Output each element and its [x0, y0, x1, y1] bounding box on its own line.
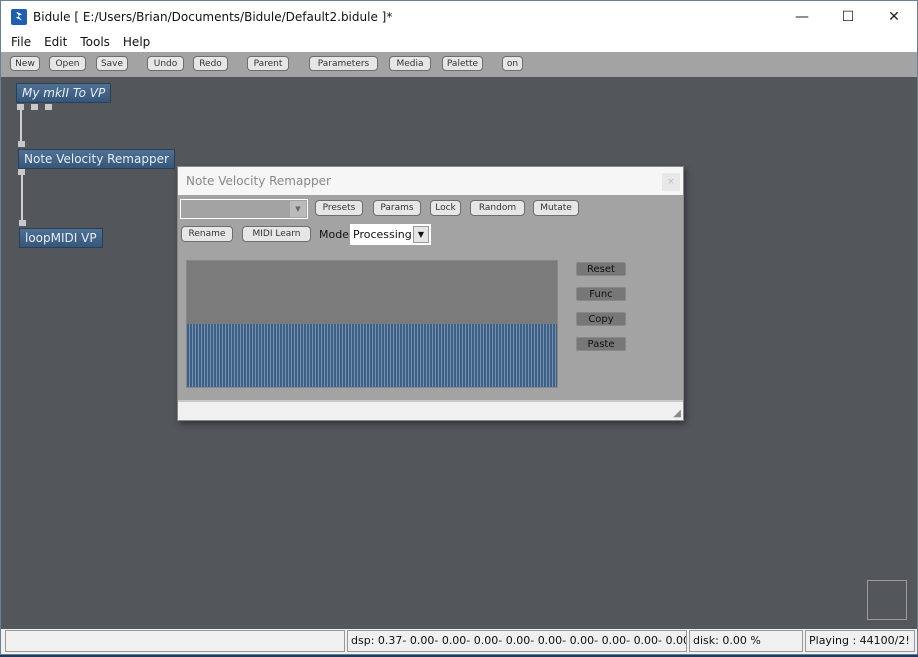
output-pin[interactable]: [45, 104, 52, 110]
minimize-button[interactable]: —: [779, 1, 825, 32]
preset-select[interactable]: ▼: [180, 199, 308, 219]
new-button[interactable]: New: [10, 56, 40, 71]
mode-select[interactable]: Processing ▼: [350, 224, 431, 245]
title-bar: Bidule [ E:/Users/Brian/Documents/Bidule…: [1, 1, 917, 32]
redo-button[interactable]: Redo: [193, 56, 228, 71]
rename-button[interactable]: Rename: [181, 226, 233, 242]
params-button[interactable]: Params: [373, 200, 421, 216]
reset-button[interactable]: Reset: [576, 262, 626, 276]
parameters-button[interactable]: Parameters: [309, 56, 378, 71]
midi-learn-button[interactable]: MIDI Learn: [242, 226, 311, 242]
on-toggle[interactable]: on: [502, 56, 523, 71]
copy-button[interactable]: Copy: [576, 312, 626, 326]
window-title: Bidule [ E:/Users/Brian/Documents/Bidule…: [33, 9, 393, 24]
media-button[interactable]: Media: [389, 56, 431, 71]
menu-bar: File Edit Tools Help: [1, 32, 917, 52]
menu-tools[interactable]: Tools: [80, 32, 110, 52]
connection-wire[interactable]: [20, 110, 22, 142]
resize-grip-icon[interactable]: ◢: [673, 408, 681, 419]
disk-status: disk: 0.00 %: [689, 630, 803, 652]
node-dest[interactable]: loopMIDI VP: [19, 228, 103, 248]
app-window: Bidule [ E:/Users/Brian/Documents/Bidule…: [0, 0, 918, 655]
editor-panel: Reset Func Copy Paste: [178, 248, 683, 400]
func-button[interactable]: Func: [576, 287, 626, 301]
mode-label: Mode: [319, 228, 349, 241]
input-pin[interactable]: [18, 141, 25, 147]
dialog-title: Note Velocity Remapper: [186, 174, 331, 188]
node-remapper[interactable]: Note Velocity Remapper: [18, 149, 175, 169]
status-segment-empty: [5, 630, 345, 652]
close-button[interactable]: ✕: [871, 1, 917, 32]
dsp-status: dsp: 0.37- 0.00- 0.00- 0.00- 0.00- 0.00-…: [347, 630, 687, 652]
palette-button[interactable]: Palette: [442, 56, 483, 71]
connection-wire[interactable]: [21, 175, 23, 221]
presets-button[interactable]: Presets: [315, 200, 363, 216]
velocity-curve-graph[interactable]: [186, 260, 558, 388]
mutate-button[interactable]: Mutate: [533, 200, 579, 216]
output-pin[interactable]: [31, 104, 38, 110]
undo-button[interactable]: Undo: [147, 56, 184, 71]
save-button[interactable]: Save: [96, 56, 128, 71]
menu-file[interactable]: File: [11, 32, 31, 52]
lock-button[interactable]: Lock: [430, 200, 461, 216]
node-source[interactable]: My mkII To VP: [16, 83, 112, 103]
toolbar: New Open Save Undo Redo Parent Parameter…: [1, 52, 917, 77]
chevron-down-icon: ▼: [413, 226, 429, 243]
dialog-title-bar[interactable]: Note Velocity Remapper ×: [178, 167, 683, 195]
playing-status: Playing : 44100/2!: [805, 630, 915, 652]
random-button[interactable]: Random: [470, 200, 525, 216]
parent-button[interactable]: Parent: [247, 56, 289, 71]
velocity-bars: [187, 324, 557, 387]
menu-edit[interactable]: Edit: [44, 32, 67, 52]
dialog-footer: ◢: [178, 400, 683, 420]
remapper-dialog: Note Velocity Remapper × ▼ Presets Params…: [177, 166, 684, 421]
paste-button[interactable]: Paste: [576, 337, 626, 351]
open-button[interactable]: Open: [49, 56, 86, 71]
menu-help[interactable]: Help: [123, 32, 150, 52]
dialog-close-button[interactable]: ×: [662, 173, 680, 191]
maximize-button[interactable]: ☐: [825, 1, 871, 32]
chevron-down-icon: ▼: [290, 201, 306, 217]
input-pin[interactable]: [19, 220, 26, 226]
bidule-logo-icon: [11, 8, 27, 25]
navigator-box[interactable]: [867, 580, 907, 620]
